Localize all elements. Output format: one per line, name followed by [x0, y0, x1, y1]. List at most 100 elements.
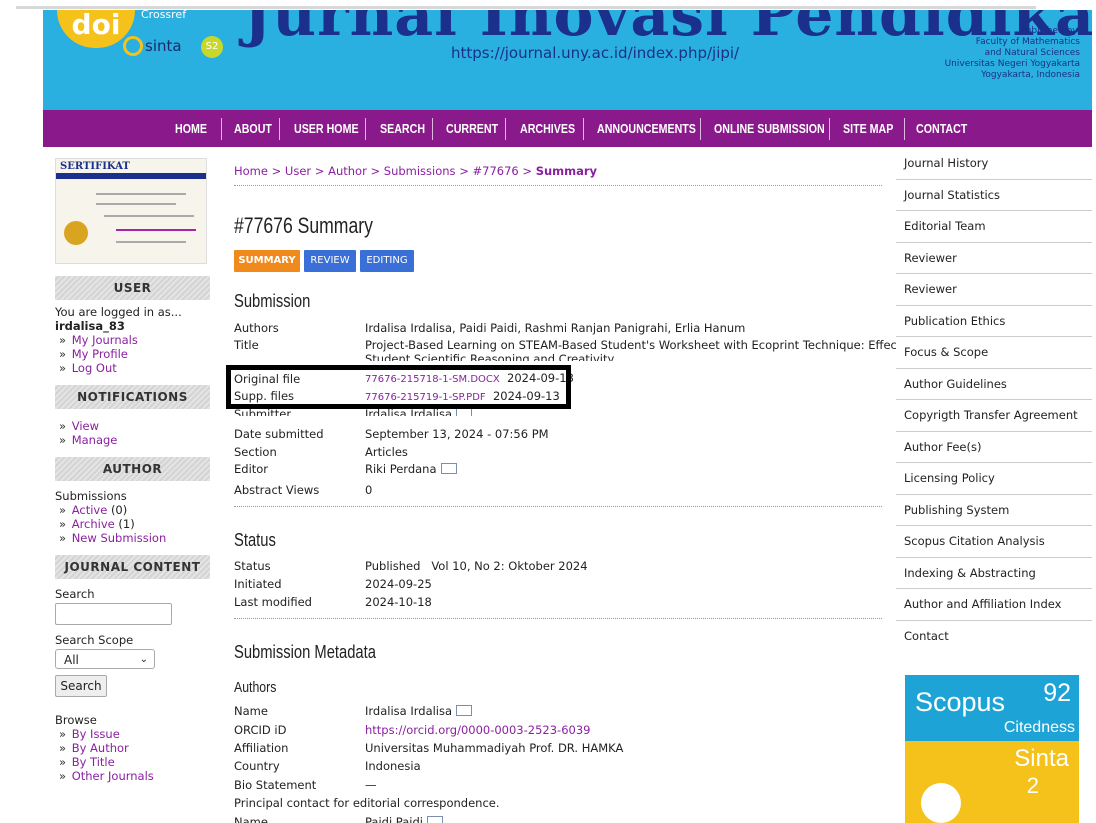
sinta-level: 2	[1026, 773, 1039, 798]
email-icon[interactable]	[440, 463, 457, 474]
my-journals-link[interactable]: » My Journals	[55, 333, 210, 347]
breadcrumb-sep: >	[459, 164, 469, 178]
tab-summary[interactable]: SUMMARY	[234, 250, 300, 272]
notifications-manage-link[interactable]: » Manage	[55, 433, 210, 447]
notifications-manage-label[interactable]: Manage	[72, 433, 118, 447]
notifications-view-link[interactable]: » View	[55, 419, 210, 433]
browse-by-title-link[interactable]: » By Title	[55, 755, 210, 769]
sidebar-item-reviewer-2[interactable]: Reviewer	[896, 274, 1092, 306]
log-out-label[interactable]: Log Out	[72, 361, 117, 375]
author1-name: Irdalisa Irdalisa	[365, 704, 453, 718]
certificate-line	[116, 241, 186, 243]
author1-name-row: Irdalisa Irdalisa	[365, 704, 473, 718]
scopus-panel: Scopus 92 Citedness	[905, 675, 1079, 741]
nav-online-submission[interactable]: ONLINE SUBMISSION	[714, 110, 825, 147]
archive-label[interactable]: Archive	[72, 517, 115, 531]
authors-label: Authors	[234, 321, 279, 335]
divider	[234, 618, 882, 619]
bullet-icon: »	[59, 347, 67, 361]
browse-by-author-link[interactable]: » By Author	[55, 741, 210, 755]
my-profile-link[interactable]: » My Profile	[55, 347, 210, 361]
nav-announcements[interactable]: ANNOUNCEMENTS	[597, 110, 696, 147]
breadcrumb-id[interactable]: #77676	[473, 164, 519, 178]
nav-user-home[interactable]: USER HOME	[294, 110, 359, 147]
email-icon[interactable]	[456, 408, 473, 416]
browse-by-title-label[interactable]: By Title	[72, 755, 115, 769]
new-submission-label[interactable]: New Submission	[72, 531, 167, 545]
nav-archives[interactable]: ARCHIVES	[520, 110, 575, 147]
sidebar-item-publishing-system[interactable]: Publishing System	[896, 494, 1092, 526]
author2-name-row: Paidi Paidi	[365, 815, 443, 823]
email-icon[interactable]	[456, 705, 473, 716]
certificate-line	[104, 215, 194, 217]
breadcrumb-home[interactable]: Home	[234, 164, 268, 178]
sidebar-item-reviewer[interactable]: Reviewer	[896, 242, 1092, 274]
nav-current[interactable]: CURRENT	[446, 110, 498, 147]
other-journals-label[interactable]: Other Journals	[72, 769, 154, 783]
browse-by-author-label[interactable]: By Author	[72, 741, 129, 755]
submission-heading: Submission	[234, 291, 311, 311]
search-label: Search	[55, 587, 95, 601]
active-submissions-link[interactable]: » Active (0)	[55, 503, 210, 517]
sidebar-item-scopus-citation[interactable]: Scopus Citation Analysis	[896, 526, 1092, 558]
author2-name: Paidi Paidi	[365, 815, 423, 823]
sidebar-item-focus-scope[interactable]: Focus & Scope	[896, 337, 1092, 369]
chevron-down-icon: ⌄	[139, 654, 148, 665]
log-out-link[interactable]: » Log Out	[55, 361, 210, 375]
sidebar-item-contact[interactable]: Contact	[896, 620, 1092, 651]
author1-orcid-label: ORCID iD	[234, 723, 287, 737]
sidebar-item-journal-history[interactable]: Journal History	[896, 148, 1092, 180]
breadcrumb-author[interactable]: Author	[328, 164, 367, 178]
sidebar-item-author-guidelines[interactable]: Author Guidelines	[896, 368, 1092, 400]
sinta-logo-text: sinta	[145, 37, 182, 55]
search-button[interactable]: Search	[55, 675, 107, 697]
sidebar-item-indexing[interactable]: Indexing & Abstracting	[896, 557, 1092, 589]
tab-review[interactable]: REVIEW	[304, 250, 356, 272]
right-sidebar: Journal History Journal Statistics Edito…	[896, 148, 1092, 651]
publisher-line: Faculty of Mathematics	[975, 37, 1080, 47]
active-label[interactable]: Active	[72, 503, 108, 517]
notifications-block-title: NOTIFICATIONS	[55, 385, 210, 409]
my-profile-label[interactable]: My Profile	[72, 347, 128, 361]
nav-about[interactable]: ABOUT	[234, 110, 272, 147]
sidebar-item-editorial-team[interactable]: Editorial Team	[896, 211, 1092, 243]
search-input[interactable]	[55, 603, 172, 625]
medal-icon	[64, 221, 88, 245]
nav-site-map[interactable]: SITE MAP	[843, 110, 893, 147]
browse-by-issue-label[interactable]: By Issue	[72, 727, 120, 741]
new-submission-link[interactable]: » New Submission	[55, 531, 210, 545]
breadcrumb-submissions[interactable]: Submissions	[384, 164, 456, 178]
date-submitted-label: Date submitted	[234, 427, 324, 441]
sinta-logo[interactable]: sinta S2	[123, 36, 223, 58]
sidebar-item-copyright-agreement[interactable]: Copyrigth Transfer Agreement	[896, 400, 1092, 432]
author1-orcid-link[interactable]: https://orcid.org/0000-0003-2523-6039	[365, 723, 590, 737]
notifications-view-label[interactable]: View	[72, 419, 99, 433]
search-scope-select[interactable]: All ⌄	[55, 649, 155, 669]
sidebar-item-publication-ethics[interactable]: Publication Ethics	[896, 305, 1092, 337]
sinta-emblem-icon	[921, 783, 961, 823]
scopus-score: 92	[1043, 679, 1071, 707]
page-title: #77676 Summary	[234, 213, 373, 238]
certificate-image[interactable]: SERTIFIKAT	[55, 158, 207, 264]
nav-contact[interactable]: CONTACT	[916, 110, 967, 147]
nav-home[interactable]: HOME	[175, 110, 207, 147]
sidebar-item-licensing-policy[interactable]: Licensing Policy	[896, 463, 1092, 495]
archive-submissions-link[interactable]: » Archive (1)	[55, 517, 210, 531]
breadcrumb-user[interactable]: User	[285, 164, 311, 178]
scopus-sinta-badge[interactable]: Scopus 92 Citedness Sinta 2	[905, 675, 1079, 823]
crossref-logo[interactable]: Crossref	[141, 10, 186, 21]
status-heading: Status	[234, 530, 276, 550]
tab-editing[interactable]: EDITING	[360, 250, 414, 272]
journal-url[interactable]: https://journal.uny.ac.id/index.php/jipi…	[451, 44, 739, 62]
sidebar-item-journal-statistics[interactable]: Journal Statistics	[896, 179, 1092, 211]
sidebar-item-author-affiliation-index[interactable]: Author and Affiliation Index	[896, 589, 1092, 621]
other-journals-link[interactable]: » Other Journals	[55, 769, 210, 783]
nav-search[interactable]: SEARCH	[380, 110, 425, 147]
sidebar-item-author-fees[interactable]: Author Fee(s)	[896, 431, 1092, 463]
certificate-line	[96, 193, 186, 195]
my-journals-label[interactable]: My Journals	[72, 333, 138, 347]
browse-by-issue-link[interactable]: » By Issue	[55, 727, 210, 741]
publisher-line: Published by:	[1020, 26, 1080, 36]
email-icon[interactable]	[426, 816, 443, 823]
contact-note: Principal contact for editorial correspo…	[234, 796, 500, 810]
